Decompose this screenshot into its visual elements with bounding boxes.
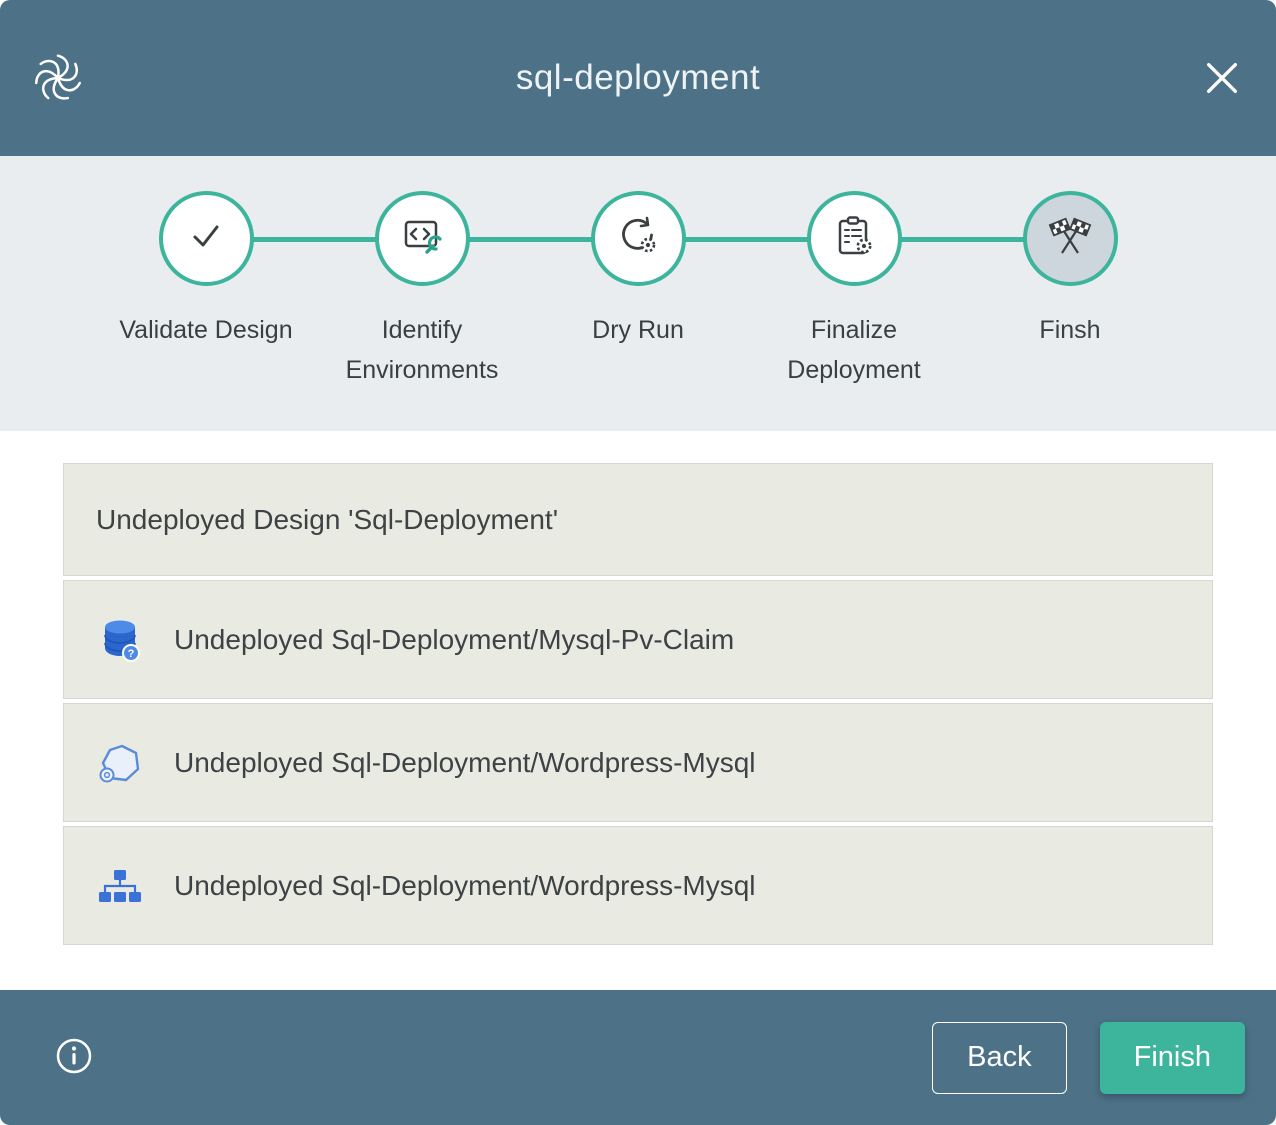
- refresh-gear-icon: [615, 213, 661, 264]
- step-label: Identify Environments: [314, 310, 530, 390]
- result-row-wordpress-mysql-shape: Undeployed Sql-Deployment/Wordpress-Mysq…: [63, 703, 1213, 822]
- step-circle[interactable]: [1023, 191, 1118, 286]
- step-circle[interactable]: [159, 191, 254, 286]
- step-label: Dry Run: [592, 310, 684, 350]
- result-row-mysql-pv-claim: ? Undeployed Sql-Deployment/Mysql-Pv-Cla…: [63, 580, 1213, 699]
- back-button[interactable]: Back: [932, 1022, 1066, 1094]
- step-finish[interactable]: Finsh: [962, 191, 1178, 390]
- result-text: Undeployed Design 'Sql-Deployment': [96, 504, 558, 536]
- result-row-design: Undeployed Design 'Sql-Deployment': [63, 463, 1213, 576]
- modal-footer: Back Finish: [0, 990, 1276, 1125]
- stepper-steps: Validate Design Identify Environment: [0, 156, 1276, 390]
- modal-title: sql-deployment: [0, 58, 1276, 98]
- step-dry-run[interactable]: Dry Run: [530, 191, 746, 390]
- step-identify-environments[interactable]: Identify Environments: [314, 191, 530, 390]
- result-text: Undeployed Sql-Deployment/Wordpress-Mysq…: [174, 747, 756, 779]
- results-panel: Undeployed Design 'Sql-Deployment' ? Und…: [0, 431, 1276, 990]
- step-validate-design[interactable]: Validate Design: [98, 191, 314, 390]
- check-icon: [183, 213, 229, 264]
- footer-actions: Back Finish: [932, 1022, 1245, 1094]
- code-wrench-icon: [399, 213, 445, 264]
- step-label: Validate Design: [119, 310, 292, 350]
- info-button[interactable]: [52, 1036, 96, 1080]
- database-question-icon: ?: [96, 616, 144, 664]
- step-label: Finalize Deployment: [746, 310, 962, 390]
- modal-header: sql-deployment: [0, 0, 1276, 156]
- step-circle[interactable]: [591, 191, 686, 286]
- close-button[interactable]: [1202, 58, 1242, 98]
- result-text: Undeployed Sql-Deployment/Mysql-Pv-Claim: [174, 624, 734, 656]
- close-x-icon: [1209, 65, 1236, 92]
- step-circle[interactable]: [807, 191, 902, 286]
- result-text: Undeployed Sql-Deployment/Wordpress-Mysq…: [174, 870, 756, 902]
- step-circle[interactable]: [375, 191, 470, 286]
- svg-text:?: ?: [128, 648, 135, 660]
- info-circle-icon: [54, 1036, 94, 1076]
- stepper: Validate Design Identify Environment: [0, 156, 1276, 431]
- checkered-flags-icon: [1047, 213, 1093, 264]
- finish-button[interactable]: Finish: [1100, 1022, 1245, 1094]
- shape-badge-icon: [96, 739, 144, 787]
- sitemap-icon: [96, 862, 144, 910]
- clipboard-gear-icon: [831, 213, 877, 264]
- step-finalize-deployment[interactable]: Finalize Deployment: [746, 191, 962, 390]
- step-label: Finsh: [1039, 310, 1100, 350]
- result-row-wordpress-mysql-sitemap: Undeployed Sql-Deployment/Wordpress-Mysq…: [63, 826, 1213, 945]
- deployment-wizard-modal: sql-deployment Validate Design: [0, 0, 1276, 1125]
